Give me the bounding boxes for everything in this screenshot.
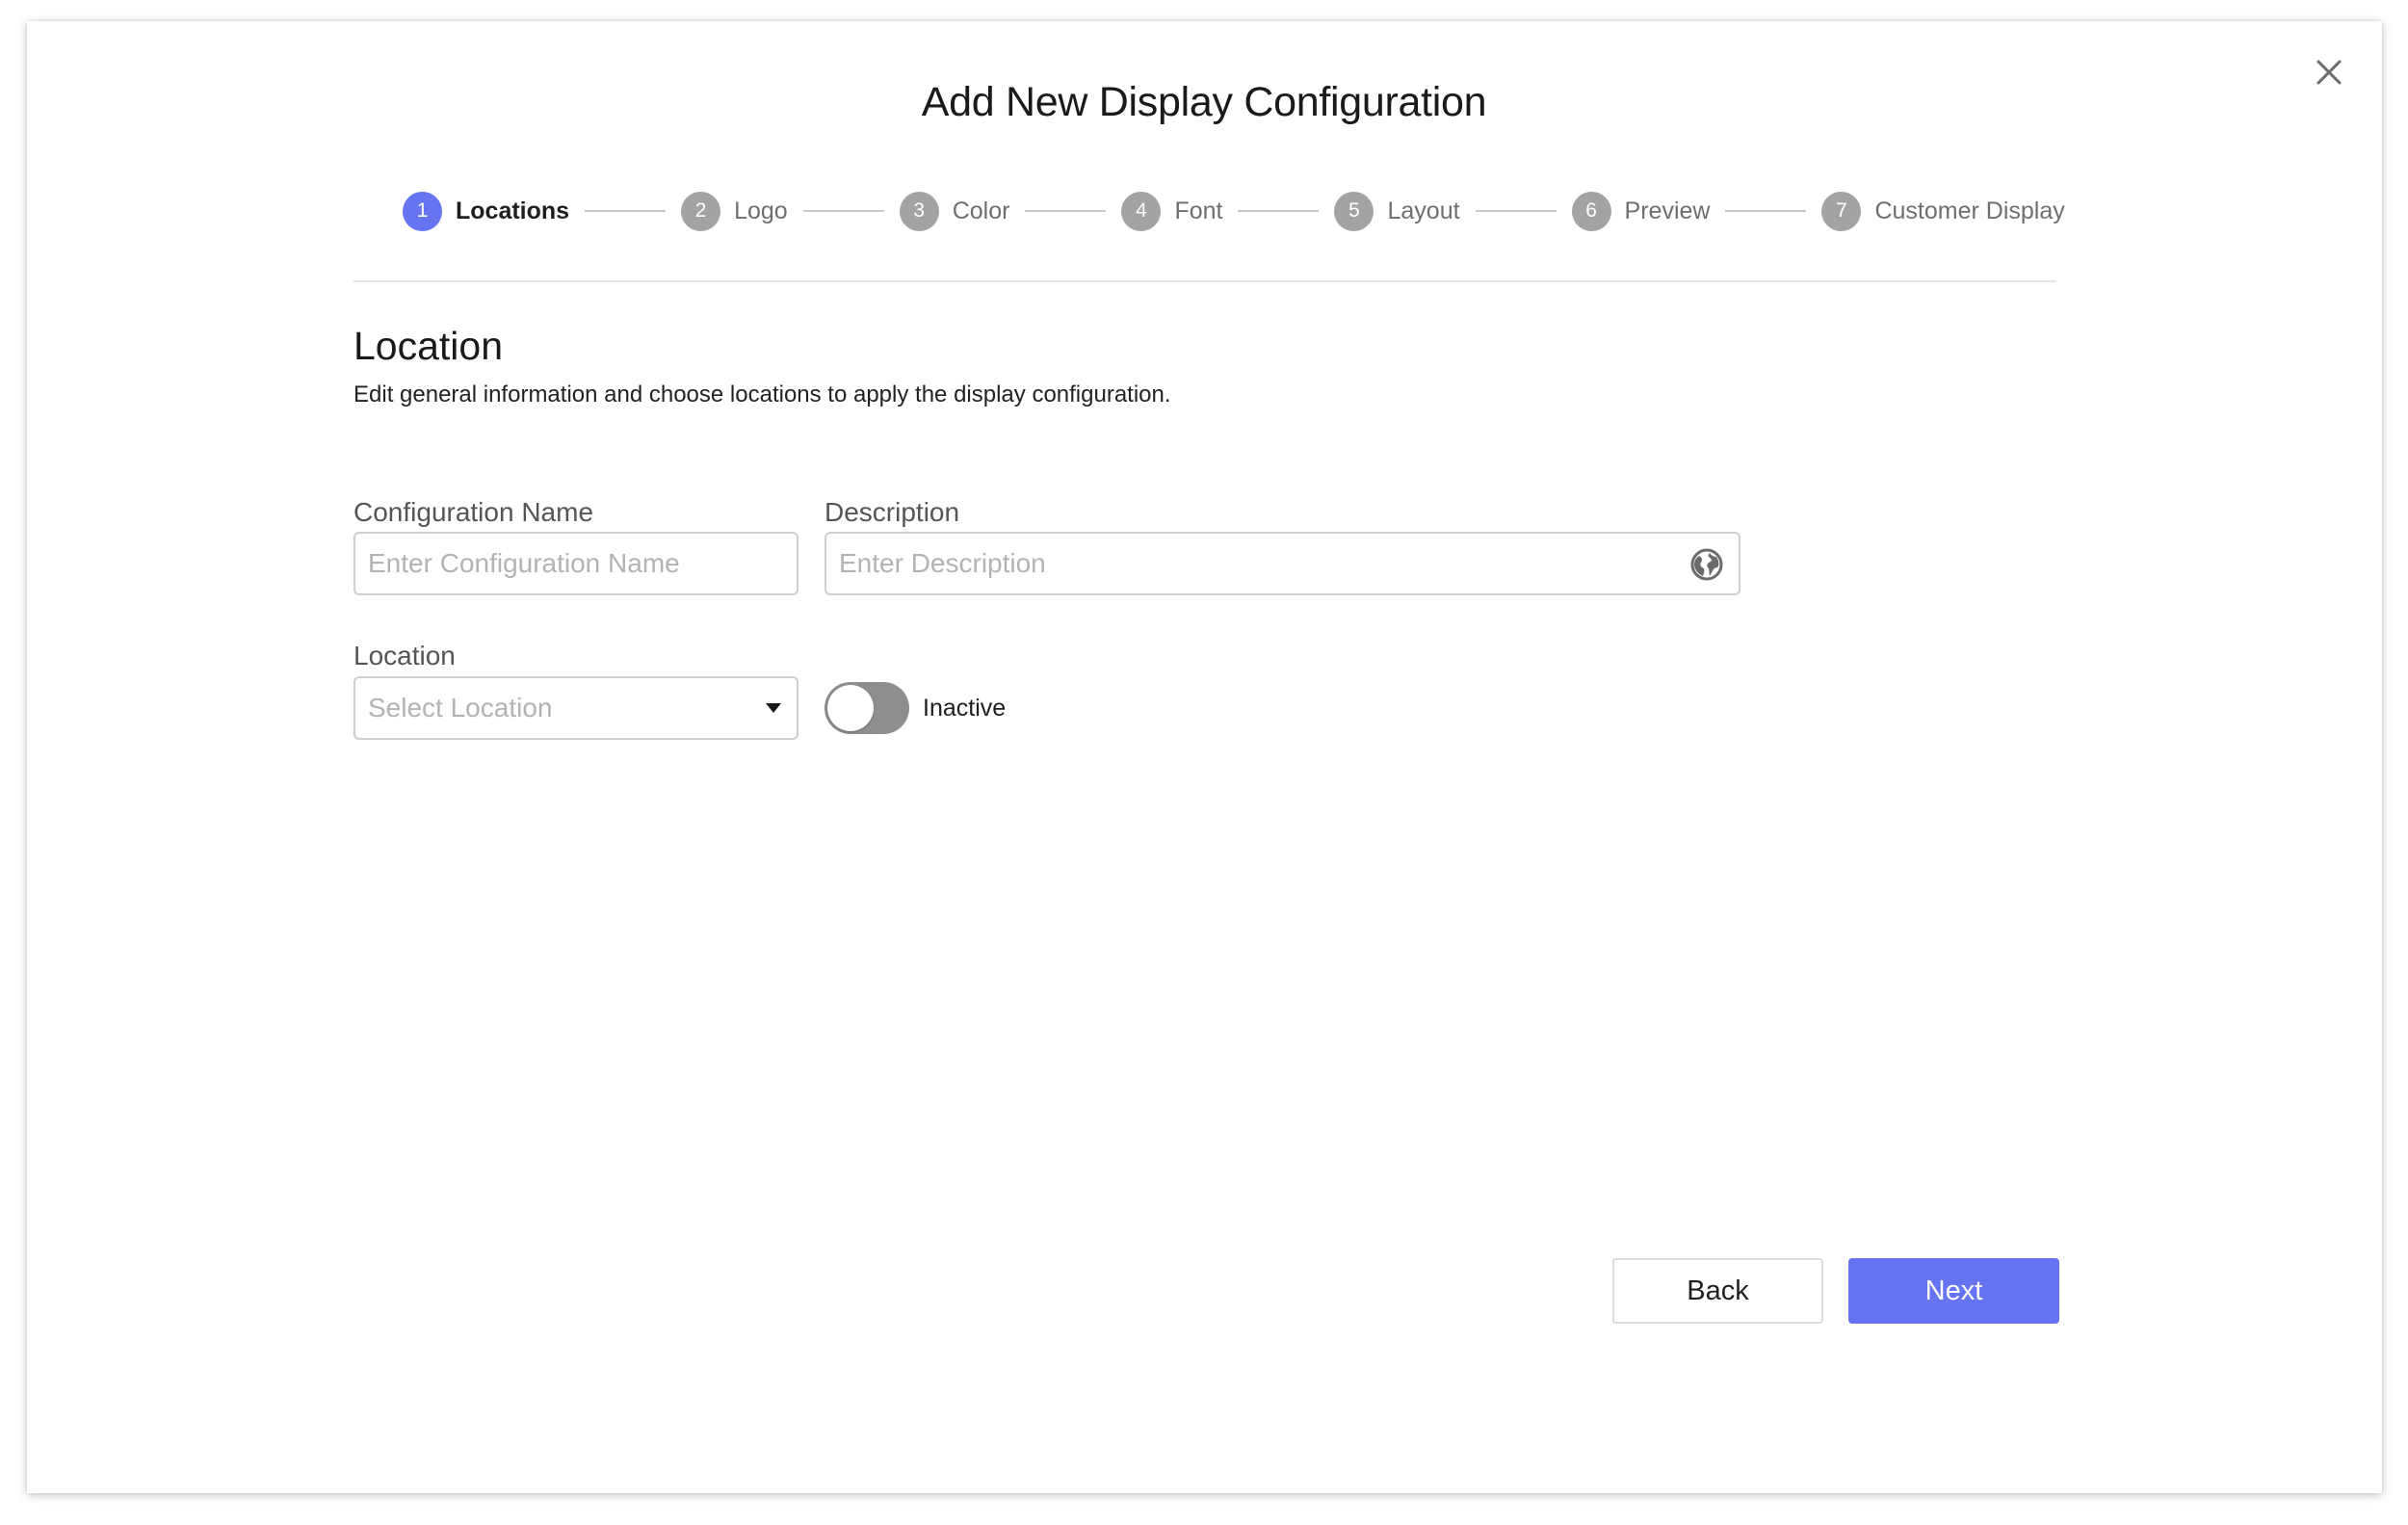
status-toggle-label: Inactive	[923, 695, 1007, 722]
step-logo[interactable]: 2 Logo	[681, 191, 788, 231]
description-field	[824, 532, 1741, 595]
step-label: Color	[952, 197, 1010, 224]
step-label: Logo	[734, 197, 788, 224]
step-connector	[802, 210, 884, 212]
step-number: 6	[1571, 191, 1611, 231]
back-button[interactable]: Back	[1612, 1258, 1823, 1324]
step-layout[interactable]: 5 Layout	[1334, 191, 1460, 231]
step-preview[interactable]: 6 Preview	[1571, 191, 1711, 231]
step-label: Layout	[1387, 197, 1460, 224]
step-number: 7	[1821, 191, 1862, 231]
step-customer-display[interactable]: 7 Customer Display	[1821, 191, 2065, 231]
section-description: Edit general information and choose loca…	[353, 381, 1171, 408]
step-connector	[1725, 210, 1807, 212]
stepper: 1 Locations 2 Logo 3 Color 4 Font 5 Layo…	[403, 191, 2065, 231]
step-number: 1	[403, 191, 442, 231]
step-connector	[1025, 210, 1107, 212]
config-name-input[interactable]	[368, 534, 782, 593]
step-label: Font	[1174, 197, 1223, 224]
next-button[interactable]: Next	[1848, 1258, 2059, 1324]
description-input[interactable]	[839, 534, 1667, 593]
step-connector	[1475, 210, 1557, 212]
section-title: Location	[353, 324, 504, 368]
step-label: Preview	[1624, 197, 1711, 224]
step-font[interactable]: 4 Font	[1121, 191, 1223, 231]
step-number: 4	[1121, 191, 1162, 231]
step-label: Locations	[456, 197, 570, 224]
step-connector	[585, 210, 667, 212]
status-toggle[interactable]	[824, 682, 909, 734]
step-number: 2	[681, 191, 721, 231]
step-connector	[1238, 210, 1320, 212]
step-label: Customer Display	[1874, 197, 2065, 224]
toggle-knob	[827, 685, 874, 731]
step-number: 3	[899, 191, 939, 231]
description-label: Description	[824, 497, 960, 527]
location-label: Location	[353, 641, 456, 670]
step-color[interactable]: 3 Color	[899, 191, 1010, 231]
step-number: 5	[1334, 191, 1374, 231]
header-divider	[353, 280, 2056, 282]
step-locations[interactable]: 1 Locations	[403, 191, 570, 231]
globe-icon[interactable]	[1690, 548, 1723, 581]
modal-title: Add New Display Configuration	[921, 79, 1487, 125]
config-name-field	[353, 532, 798, 595]
location-select-placeholder: Select Location	[368, 693, 553, 723]
location-select[interactable]: Select Location	[353, 676, 798, 740]
caret-down-icon	[764, 701, 783, 715]
config-name-label: Configuration Name	[353, 497, 594, 527]
